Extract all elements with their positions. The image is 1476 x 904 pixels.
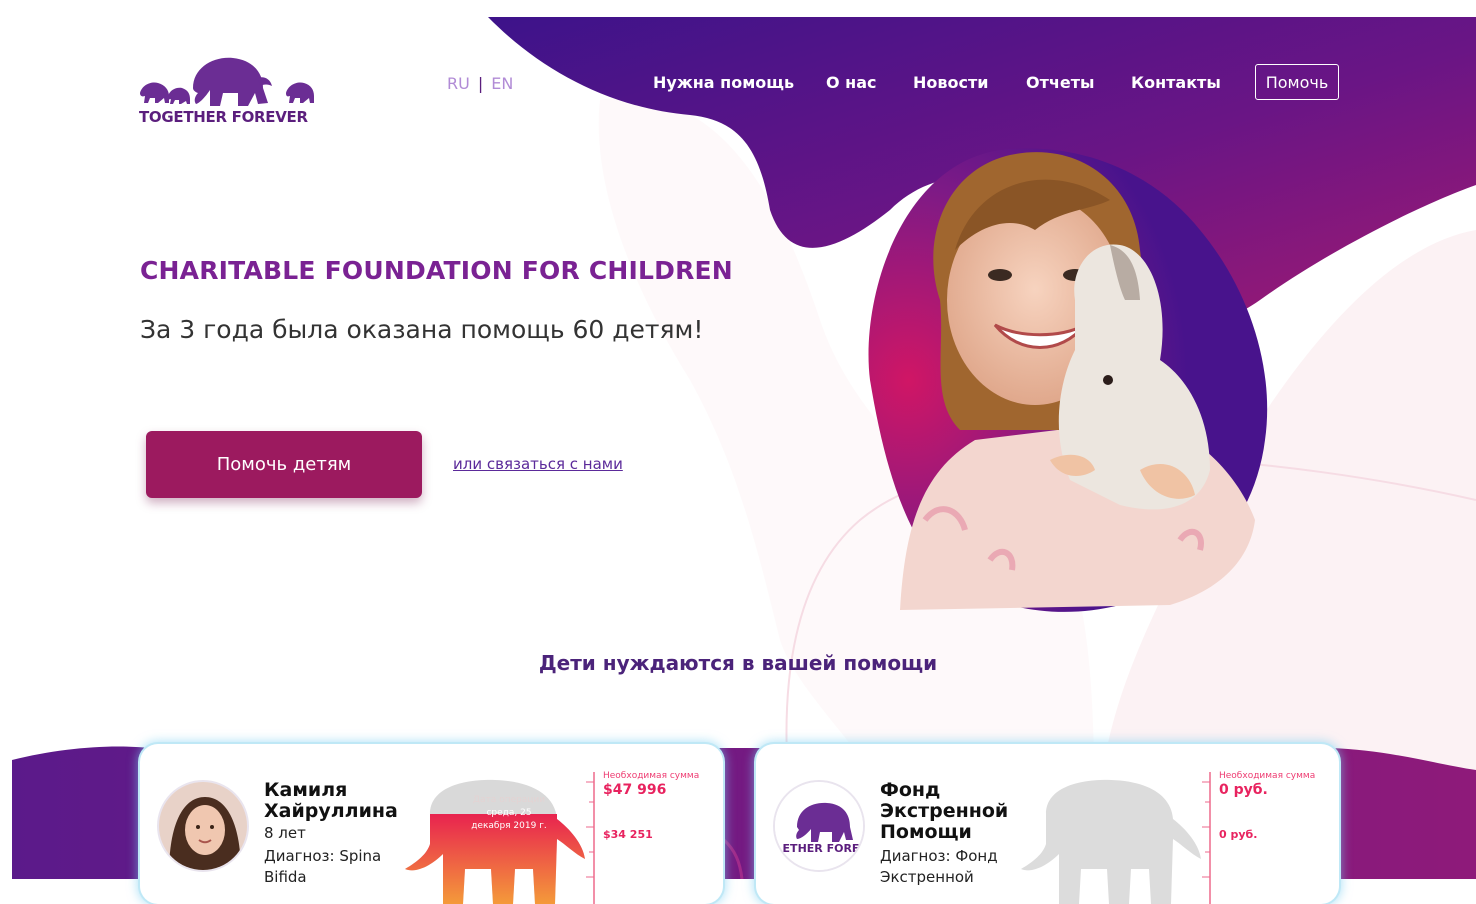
fund-diagnosis: Диагноз: Фонд Экстренной: [880, 847, 998, 886]
required-amount-label: Необходимая сумма: [603, 771, 700, 781]
lang-en-link[interactable]: EN: [491, 74, 513, 93]
help-button[interactable]: Помочь: [1255, 64, 1339, 100]
help-children-button[interactable]: Помочь детям: [146, 431, 422, 498]
hero-subtitle: За 3 года была оказана помощь 60 детям!: [140, 315, 704, 344]
progress-scale: [586, 772, 595, 904]
required-amount-label: Необходимая сумма: [1219, 771, 1316, 781]
operation-date-value: среда, 25 декабря 2019 г.: [471, 808, 547, 831]
section-title: Дети нуждаются в вашей помощи: [538, 651, 938, 675]
lang-ru-link[interactable]: RU: [447, 74, 470, 93]
hero-title: CHARITABLE FOUNDATION FOR CHILDREN: [140, 256, 733, 285]
nav-item-contacts[interactable]: Контакты: [1131, 73, 1221, 92]
contact-us-link[interactable]: или связаться с нами: [453, 455, 623, 473]
child-age: 8 лет: [264, 824, 306, 842]
collected-amount-value: 0 руб.: [1219, 828, 1258, 841]
child-card[interactable]: Камиля Хайруллина 8 лет Диагноз: Spina B…: [140, 744, 723, 904]
child-avatar: [157, 780, 249, 872]
child-diagnosis: Диагноз: Spina Bifida: [264, 847, 382, 886]
nav-item-need-help[interactable]: Нужна помощь: [653, 73, 794, 92]
nav-item-reports[interactable]: Отчеты: [1026, 73, 1094, 92]
fund-card[interactable]: ETHER FORE Фонд Экстренной Помощи Диагно…: [756, 744, 1339, 904]
required-amount-value: 0 руб.: [1219, 782, 1268, 798]
child-name: Камиля Хайруллина: [264, 779, 398, 822]
progress-scale: [1202, 772, 1211, 904]
fund-name: Фонд Экстренной Помощи: [880, 779, 1009, 843]
required-amount-value: $47 996: [603, 782, 667, 798]
nav-item-news[interactable]: Новости: [913, 73, 988, 92]
operation-date-label: Дата операции: [472, 795, 546, 805]
language-switcher: RU | EN: [447, 74, 513, 93]
collected-amount-value: $34 251: [603, 828, 653, 841]
fund-avatar: ETHER FORE: [773, 780, 865, 872]
operation-date: Дата операции среда, 25 декабря 2019 г.: [467, 794, 551, 833]
fund-logo-text: ETHER FORE: [782, 842, 860, 855]
nav-item-about[interactable]: О нас: [826, 73, 877, 92]
elephant-progress-icon: [1021, 779, 1201, 904]
lang-separator: |: [477, 74, 484, 93]
logo-text: TOGETHER FOREVER: [139, 108, 308, 126]
